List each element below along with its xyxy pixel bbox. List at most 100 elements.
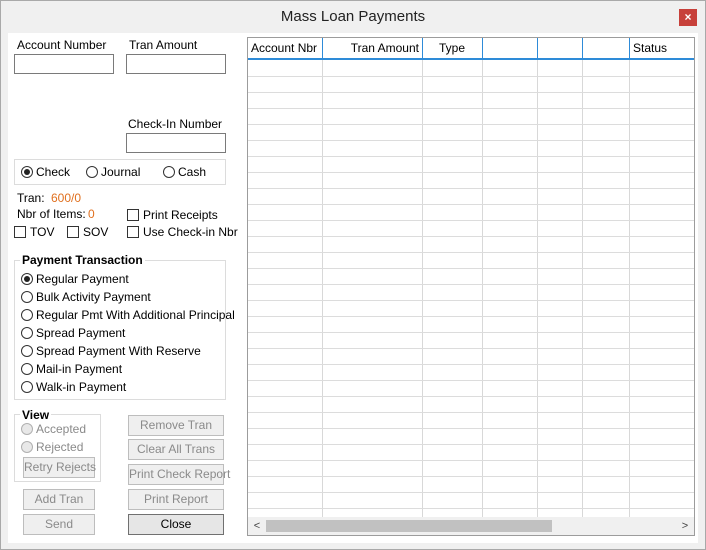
client-area: Account Number Tran Amount Check-In Numb…: [8, 33, 698, 543]
radio-bulk-activity-payment[interactable]: Bulk Activity Payment: [21, 290, 151, 304]
radio-check[interactable]: Check: [21, 165, 70, 179]
grid-row-line: [248, 332, 694, 333]
radio-walk-in-payment[interactable]: Walk-in Payment: [21, 380, 126, 394]
nbr-of-items-label: Nbr of Items:: [17, 207, 86, 221]
radio-mail-in-payment[interactable]: Mail-in Payment: [21, 362, 122, 376]
radio-unchecked-icon: [21, 291, 33, 303]
grid-column-divider: [322, 60, 323, 517]
radio-view-accepted[interactable]: Accepted: [21, 422, 86, 436]
print-report-button[interactable]: Print Report: [128, 489, 224, 510]
radio-regular-payment[interactable]: Regular Payment: [21, 272, 129, 286]
tran-value: 600/0: [51, 191, 82, 205]
column-header-blank-1[interactable]: [483, 38, 538, 58]
grid-row-line: [248, 428, 694, 429]
sov-checkbox[interactable]: SOV: [67, 225, 108, 239]
bulk-activity-payment-label: Bulk Activity Payment: [36, 290, 151, 304]
grid-column-divider: [482, 60, 483, 517]
remove-tran-button[interactable]: Remove Tran: [128, 415, 224, 436]
radio-spread-payment[interactable]: Spread Payment: [21, 326, 125, 340]
checkbox-icon: [14, 226, 26, 238]
grid-row-line: [248, 140, 694, 141]
print-receipts-label: Print Receipts: [143, 208, 218, 222]
scrollbar-thumb[interactable]: [266, 520, 552, 532]
payment-transaction-title: Payment Transaction: [20, 253, 145, 267]
grid-row-line: [248, 316, 694, 317]
grid-row-line: [248, 220, 694, 221]
checkin-number-label: Check-In Number: [128, 117, 223, 131]
grid-column-divider: [537, 60, 538, 517]
radio-cash-label: Cash: [178, 165, 207, 179]
retry-rejects-button[interactable]: Retry Rejects: [23, 457, 96, 478]
nbr-of-items-value: 0: [88, 207, 95, 221]
column-header-type[interactable]: Type: [423, 38, 483, 58]
column-header-account-nbr[interactable]: Account Nbr: [248, 38, 323, 58]
grid-row-line: [248, 204, 694, 205]
view-title: View: [20, 408, 52, 422]
column-header-blank-3[interactable]: [583, 38, 630, 58]
grid-row-line: [248, 348, 694, 349]
close-window-icon[interactable]: ×: [679, 9, 697, 26]
checkbox-icon: [67, 226, 79, 238]
checkbox-icon: [127, 209, 139, 221]
radio-journal-label: Journal: [101, 165, 141, 179]
radio-view-rejected[interactable]: Rejected: [21, 440, 83, 454]
sov-label: SOV: [83, 225, 109, 239]
scroll-left-icon[interactable]: <: [250, 519, 264, 533]
account-number-input[interactable]: [14, 54, 114, 74]
column-header-blank-2[interactable]: [538, 38, 583, 58]
regular-payment-label: Regular Payment: [36, 272, 129, 286]
grid-column-divider: [422, 60, 423, 517]
radio-unchecked-icon: [21, 309, 33, 321]
grid-body[interactable]: [248, 60, 694, 517]
grid-row-line: [248, 476, 694, 477]
add-tran-button[interactable]: Add Tran: [23, 489, 95, 510]
scroll-right-icon[interactable]: >: [678, 519, 692, 533]
tov-label: TOV: [30, 225, 55, 239]
title-bar[interactable]: Mass Loan Payments ×: [1, 1, 705, 33]
walk-in-payment-label: Walk-in Payment: [36, 380, 127, 394]
tran-amount-label: Tran Amount: [129, 38, 198, 52]
use-checkin-label: Use Check-in Nbr: [143, 225, 238, 239]
radio-unchecked-icon: [163, 166, 175, 178]
grid-column-divider: [629, 60, 630, 517]
radio-checked-icon: [21, 166, 33, 178]
use-checkin-checkbox[interactable]: Use Check-in Nbr: [127, 225, 238, 239]
radio-journal[interactable]: Journal: [86, 165, 140, 179]
clear-all-trans-button[interactable]: Clear All Trans: [128, 439, 224, 460]
regular-pmt-additional-principal-label: Regular Pmt With Additional Principal: [36, 308, 235, 322]
column-header-status[interactable]: Status: [630, 38, 694, 58]
grid-row-line: [248, 300, 694, 301]
grid-row-line: [248, 156, 694, 157]
grid-row-line: [248, 236, 694, 237]
print-check-report-button[interactable]: Print Check Report: [128, 464, 230, 485]
grid-row-line: [248, 268, 694, 269]
checkin-number-input[interactable]: [126, 133, 226, 153]
window-title: Mass Loan Payments: [280, 8, 426, 25]
radio-unchecked-icon: [21, 363, 33, 375]
radio-spread-payment-reserve[interactable]: Spread Payment With Reserve: [21, 344, 201, 358]
grid-row-line: [248, 252, 694, 253]
close-button[interactable]: Close: [128, 514, 224, 535]
print-receipts-checkbox[interactable]: Print Receipts: [127, 208, 218, 222]
tran-amount-input[interactable]: [126, 54, 226, 74]
grid-row-line: [248, 444, 694, 445]
radio-unchecked-icon: [86, 166, 98, 178]
tov-checkbox[interactable]: TOV: [14, 225, 54, 239]
radio-cash[interactable]: Cash: [163, 165, 206, 179]
grid-row-line: [248, 172, 694, 173]
grid-row-line: [248, 396, 694, 397]
grid-row-line: [248, 92, 694, 93]
radio-unchecked-icon: [21, 423, 33, 435]
send-button[interactable]: Send: [23, 514, 95, 535]
radio-regular-pmt-additional-principal[interactable]: Regular Pmt With Additional Principal: [21, 308, 235, 322]
grid-row-line: [248, 380, 694, 381]
grid-row-line: [248, 76, 694, 77]
horizontal-scrollbar[interactable]: < >: [248, 517, 694, 535]
spread-payment-label: Spread Payment: [36, 326, 126, 340]
grid-row-line: [248, 108, 694, 109]
view-rejected-label: Rejected: [36, 440, 84, 454]
column-header-tran-amount[interactable]: Tran Amount: [323, 38, 423, 58]
transactions-grid[interactable]: Account Nbr Tran Amount Type Status < >: [247, 37, 695, 536]
radio-checked-icon: [21, 273, 33, 285]
tran-label: Tran:: [17, 191, 45, 205]
